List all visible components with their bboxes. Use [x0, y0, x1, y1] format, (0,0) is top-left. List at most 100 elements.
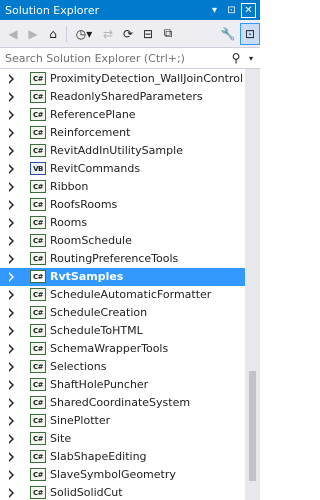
tree-item-label: Site	[50, 432, 72, 445]
expand-arrow-icon[interactable]	[9, 308, 14, 318]
show-all-files-icon[interactable]: ⧉	[158, 23, 178, 45]
tree-item[interactable]: C# SlabShapeEditing	[0, 448, 245, 466]
tree-item[interactable]: C# RoomSchedule	[0, 232, 245, 250]
tree-item-label: SlabShapeEditing	[50, 450, 147, 463]
tree-item[interactable]: C# SharedCoordinateSystem	[0, 394, 245, 412]
tree-item-label: ProximityDetection_WallJoinControl	[50, 72, 243, 85]
collapse-all-icon[interactable]: ⊟	[138, 23, 158, 45]
expand-arrow-icon[interactable]	[9, 362, 14, 372]
expand-arrow-icon[interactable]	[9, 470, 14, 480]
tree-item[interactable]: C# SinePlotter	[0, 412, 245, 430]
csharp-project-icon: C#	[30, 108, 46, 121]
csharp-project-icon: C#	[30, 72, 46, 85]
tree-item-label: RevitAddInUtilitySample	[50, 144, 183, 157]
tree-item-label: Rooms	[50, 216, 88, 229]
solution-tree: C# ProximityDetection_WallJoinControl C# Re…	[0, 69, 245, 500]
csharp-project-icon: C#	[30, 450, 46, 463]
home-icon[interactable]: ⌂	[43, 23, 63, 45]
tree-item[interactable]: C# SchemaWrapperTools	[0, 340, 245, 358]
csharp-project-icon: C#	[30, 414, 46, 427]
search-options-dropdown-icon[interactable]: ▾	[244, 54, 258, 63]
expand-arrow-icon[interactable]	[9, 128, 14, 138]
expand-arrow-icon[interactable]	[9, 452, 14, 462]
tree-item-label: SlaveSymbolGeometry	[50, 468, 176, 481]
forward-icon[interactable]: ▶	[23, 23, 43, 45]
expand-arrow-icon[interactable]	[9, 326, 14, 336]
tree-item[interactable]: C# Ribbon	[0, 178, 245, 196]
tree-item[interactable]: C# RvtSamples	[0, 268, 245, 286]
tree-item[interactable]: C# RoutingPreferenceTools	[0, 250, 245, 268]
expand-arrow-icon[interactable]	[9, 344, 14, 354]
scrollbar-thumb[interactable]	[249, 371, 256, 481]
search-bar: ⚲ ▾	[0, 47, 260, 69]
pending-changes-filter-icon[interactable]: ◷▾	[70, 23, 98, 45]
tree-item[interactable]: C# Reinforcement	[0, 124, 245, 142]
tree-item[interactable]: C# RoofsRooms	[0, 196, 245, 214]
csharp-project-icon: C#	[30, 468, 46, 481]
expand-arrow-icon[interactable]	[9, 146, 14, 156]
tree-item[interactable]: C# ProximityDetection_WallJoinControl	[0, 70, 245, 88]
preview-selected-items-icon[interactable]: ⊡	[240, 22, 260, 45]
tree-item[interactable]: C# ReferencePlane	[0, 106, 245, 124]
search-input[interactable]	[0, 49, 228, 67]
tree-item[interactable]: C# Site	[0, 430, 245, 448]
expand-arrow-icon[interactable]	[9, 290, 14, 300]
expand-arrow-icon[interactable]	[9, 272, 14, 282]
expand-arrow-icon[interactable]	[9, 416, 14, 426]
properties-wrench-icon[interactable]: 🔧	[218, 23, 238, 45]
tree-item[interactable]: VB RevitCommands	[0, 160, 245, 178]
tree-item[interactable]: C# ScheduleAutomaticFormatter	[0, 286, 245, 304]
toolbar: ◀ ▶ ⌂ ◷▾ ⇄ ⟳ ⊟ ⧉ 🔧 ⊡	[0, 20, 260, 47]
csharp-project-icon: C#	[30, 288, 46, 301]
csharp-project-icon: C#	[30, 360, 46, 373]
expand-arrow-icon[interactable]	[9, 164, 14, 174]
csharp-project-icon: C#	[30, 252, 46, 265]
expand-arrow-icon[interactable]	[9, 254, 14, 264]
expand-arrow-icon[interactable]	[9, 488, 14, 498]
csharp-project-icon: C#	[30, 486, 46, 499]
tree-item[interactable]: C# ReadonlySharedParameters	[0, 88, 245, 106]
tree-item-label: ScheduleToHTML	[50, 324, 143, 337]
expand-arrow-icon[interactable]	[9, 110, 14, 120]
expand-arrow-icon[interactable]	[9, 398, 14, 408]
sync-with-active-document-icon[interactable]: ⇄	[98, 23, 118, 45]
csharp-project-icon: C#	[30, 90, 46, 103]
csharp-project-icon: C#	[30, 198, 46, 211]
tree-item-label: Ribbon	[50, 180, 89, 193]
vertical-scrollbar[interactable]	[245, 69, 260, 500]
expand-arrow-icon[interactable]	[9, 380, 14, 390]
expand-arrow-icon[interactable]	[9, 434, 14, 444]
toolbar-separator	[66, 25, 67, 42]
expand-arrow-icon[interactable]	[9, 92, 14, 102]
refresh-icon[interactable]: ⟳	[118, 23, 138, 45]
window-position-dropdown-icon[interactable]: ▾	[206, 0, 223, 20]
expand-arrow-icon[interactable]	[9, 218, 14, 228]
tree-item[interactable]: C# SlaveSymbolGeometry	[0, 466, 245, 484]
tree-item-label: ReferencePlane	[50, 108, 136, 121]
expand-arrow-icon[interactable]	[9, 236, 14, 246]
title-bar: Solution Explorer ▾ ⊡ ✕	[0, 0, 260, 20]
expand-arrow-icon[interactable]	[9, 182, 14, 192]
tree-item[interactable]: C# SolidSolidCut	[0, 484, 245, 500]
tree-item-label: Selections	[50, 360, 107, 373]
back-icon[interactable]: ◀	[3, 23, 23, 45]
tree-item-label: SinePlotter	[50, 414, 111, 427]
tree-item-label: ReadonlySharedParameters	[50, 90, 203, 103]
auto-hide-pin-icon[interactable]: ⊡	[223, 0, 240, 20]
tree-item[interactable]: C# ScheduleCreation	[0, 304, 245, 322]
tree-item[interactable]: C# Rooms	[0, 214, 245, 232]
tree-item[interactable]: C# RevitAddInUtilitySample	[0, 142, 245, 160]
tree-item-label: SchemaWrapperTools	[50, 342, 169, 355]
tree-item[interactable]: C# Selections	[0, 358, 245, 376]
search-icon[interactable]: ⚲	[228, 51, 244, 65]
csharp-project-icon: C#	[30, 126, 46, 139]
expand-arrow-icon[interactable]	[9, 200, 14, 210]
tree-item[interactable]: C# ShaftHolePuncher	[0, 376, 245, 394]
tree-item-label: RoofsRooms	[50, 198, 118, 211]
tree-item[interactable]: C# ScheduleToHTML	[0, 322, 245, 340]
csharp-project-icon: C#	[30, 306, 46, 319]
csharp-project-icon: C#	[30, 270, 46, 283]
close-icon[interactable]: ✕	[241, 2, 256, 18]
expand-arrow-icon[interactable]	[9, 74, 14, 84]
tree-item-label: RoutingPreferenceTools	[50, 252, 179, 265]
